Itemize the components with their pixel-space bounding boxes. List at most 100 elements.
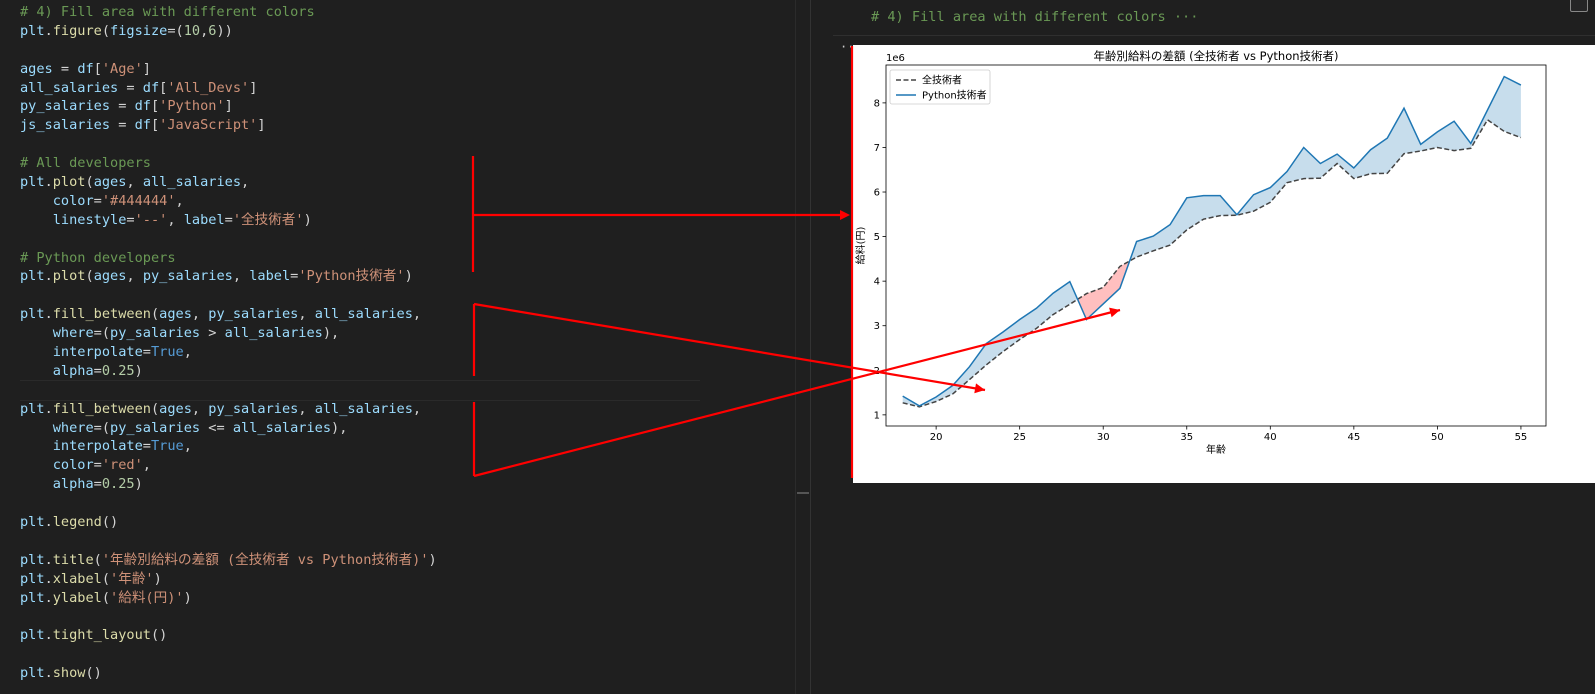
code-token: ] bbox=[257, 117, 266, 134]
code-token: js_salaries bbox=[20, 117, 111, 134]
code-token: , bbox=[175, 192, 184, 209]
code-token: fill_between bbox=[52, 306, 151, 323]
code-line[interactable]: where=(py_salaries > all_salaries), bbox=[20, 324, 437, 343]
code-line[interactable]: plt.ylabel('給料(円)') bbox=[20, 589, 437, 608]
code-line[interactable]: plt.title('年齢別給料の差額 (全技術者 vs Python技術者)'… bbox=[20, 551, 437, 570]
code-line[interactable]: js_salaries = df['JavaScript'] bbox=[20, 116, 437, 135]
code-token: , bbox=[183, 344, 192, 361]
code-token: = bbox=[142, 438, 151, 455]
code-token: color bbox=[52, 457, 94, 474]
code-token: ( bbox=[150, 400, 160, 417]
code-token: ), bbox=[331, 419, 348, 436]
code-token: . bbox=[44, 514, 53, 531]
code-line[interactable] bbox=[20, 41, 437, 60]
code-token: , bbox=[126, 268, 143, 285]
code-token: = bbox=[93, 192, 102, 209]
code-token: all_salaries bbox=[20, 79, 119, 96]
code-line[interactable]: plt.figure(figsize=(10,6)) bbox=[20, 22, 437, 41]
x-tick-label: 50 bbox=[1431, 432, 1444, 443]
code-token: ( bbox=[150, 306, 160, 323]
code-token: plt bbox=[20, 627, 45, 644]
code-token: linestyle bbox=[52, 211, 127, 228]
code-token: = bbox=[93, 457, 102, 474]
code-line[interactable]: plt.plot(ages, py_salaries, label='Pytho… bbox=[20, 267, 437, 286]
code-line[interactable]: # All developers bbox=[20, 154, 437, 173]
code-token: , bbox=[298, 306, 315, 323]
code-token: 'Python' bbox=[159, 98, 225, 115]
fill-area-below bbox=[1077, 261, 1130, 320]
code-token: '#444444' bbox=[101, 192, 176, 209]
code-line[interactable]: interpolate=True, bbox=[20, 437, 437, 456]
code-token: = bbox=[52, 60, 78, 77]
chart: 20 25 30 35 40 45 50 55123456781e6 年齢別給料の差額 (全技術… bbox=[854, 49, 1547, 456]
y-tick-label: 7 bbox=[874, 143, 880, 154]
code-token: all_salaries bbox=[142, 174, 242, 191]
code-token: plot bbox=[52, 174, 86, 191]
code-line[interactable]: alpha=0.25) bbox=[20, 475, 437, 494]
code-token: = bbox=[142, 344, 151, 361]
code-token: where bbox=[52, 325, 94, 342]
editor-scrollbar[interactable] bbox=[795, 0, 810, 694]
code-line[interactable]: interpolate=True, bbox=[20, 343, 437, 362]
code-line[interactable]: alpha=0.25) bbox=[20, 362, 437, 381]
code-token: ] bbox=[142, 60, 151, 77]
code-line[interactable] bbox=[20, 135, 437, 154]
code-editor[interactable]: # 4) Fill area with different colors plt.… bbox=[0, 0, 700, 694]
code-token: color bbox=[52, 192, 94, 209]
code-token: , bbox=[241, 174, 250, 191]
code-line[interactable]: color='red', bbox=[20, 456, 437, 475]
code-line[interactable] bbox=[20, 608, 437, 627]
code-token: py_salaries bbox=[208, 400, 299, 417]
code-token: , bbox=[412, 306, 422, 323]
code-token: plt bbox=[20, 174, 45, 191]
code-token: py_salaries bbox=[110, 419, 201, 436]
copy-icon[interactable] bbox=[1570, 0, 1588, 12]
code-line[interactable]: plt.fill_between(ages, py_salaries, all_… bbox=[20, 305, 437, 324]
markdown-cell-ellipsis[interactable]: ··· bbox=[1174, 9, 1199, 25]
code-line[interactable]: plt.plot(ages, all_salaries, bbox=[20, 173, 437, 192]
code-line[interactable] bbox=[20, 381, 437, 400]
code-line[interactable]: where=(py_salaries <= all_salaries), bbox=[20, 419, 437, 438]
code-token: 0.25 bbox=[101, 476, 135, 493]
code-token: . bbox=[44, 22, 53, 39]
code-line[interactable]: plt.show() bbox=[20, 664, 437, 683]
code-line[interactable] bbox=[20, 494, 437, 513]
line-all-devs bbox=[902, 118, 1522, 408]
code-line[interactable] bbox=[20, 286, 437, 305]
code-line[interactable]: plt.tight_layout() bbox=[20, 626, 437, 645]
code-line[interactable]: # Python developers bbox=[20, 249, 437, 268]
code-token: label bbox=[183, 211, 225, 228]
code-line[interactable]: color='#444444', bbox=[20, 192, 437, 211]
markdown-cell[interactable]: # 4) Fill area with different colors ··· bbox=[871, 9, 1198, 25]
code-token: ) bbox=[134, 362, 143, 379]
code-line[interactable]: # 4) Fill area with different colors bbox=[20, 3, 437, 22]
code-token: # All developers bbox=[20, 155, 151, 172]
code-token: xlabel bbox=[52, 570, 102, 587]
code-token: ) bbox=[303, 211, 312, 228]
code-token: '年齢別給料の差額 (全技術者 vs Python技術者)' bbox=[101, 551, 429, 568]
code-line[interactable]: plt.fill_between(ages, py_salaries, all_… bbox=[20, 400, 437, 419]
code-token: plt bbox=[20, 570, 45, 587]
code-line[interactable]: linestyle='--', label='全技術者') bbox=[20, 211, 437, 230]
code-token: fill_between bbox=[52, 400, 151, 417]
code-token: title bbox=[52, 551, 94, 568]
code-token: [ bbox=[93, 60, 102, 77]
code-token: all_salaries bbox=[314, 306, 413, 323]
code-token: 'All_Devs' bbox=[167, 79, 250, 96]
code-token: = bbox=[110, 98, 135, 115]
code-token: ( bbox=[93, 551, 102, 568]
code-token: = bbox=[93, 362, 102, 379]
code-line[interactable]: py_salaries = df['Python'] bbox=[20, 97, 437, 116]
code-line[interactable]: all_salaries = df['All_Devs'] bbox=[20, 79, 437, 98]
legend-label: Python技術者 bbox=[922, 89, 987, 102]
code-line[interactable] bbox=[20, 532, 437, 551]
code-token: all_salaries bbox=[314, 400, 413, 417]
code-line[interactable]: plt.legend() bbox=[20, 513, 437, 532]
code-line[interactable] bbox=[20, 230, 437, 249]
legend-label: 全技術者 bbox=[922, 74, 962, 87]
code-line[interactable]: ages = df['Age'] bbox=[20, 60, 437, 79]
code-line[interactable]: plt.xlabel('年齢') bbox=[20, 570, 437, 589]
code-token: py_salaries bbox=[208, 306, 299, 323]
code-line[interactable] bbox=[20, 645, 437, 664]
scrollbar-thumb[interactable] bbox=[797, 492, 809, 494]
